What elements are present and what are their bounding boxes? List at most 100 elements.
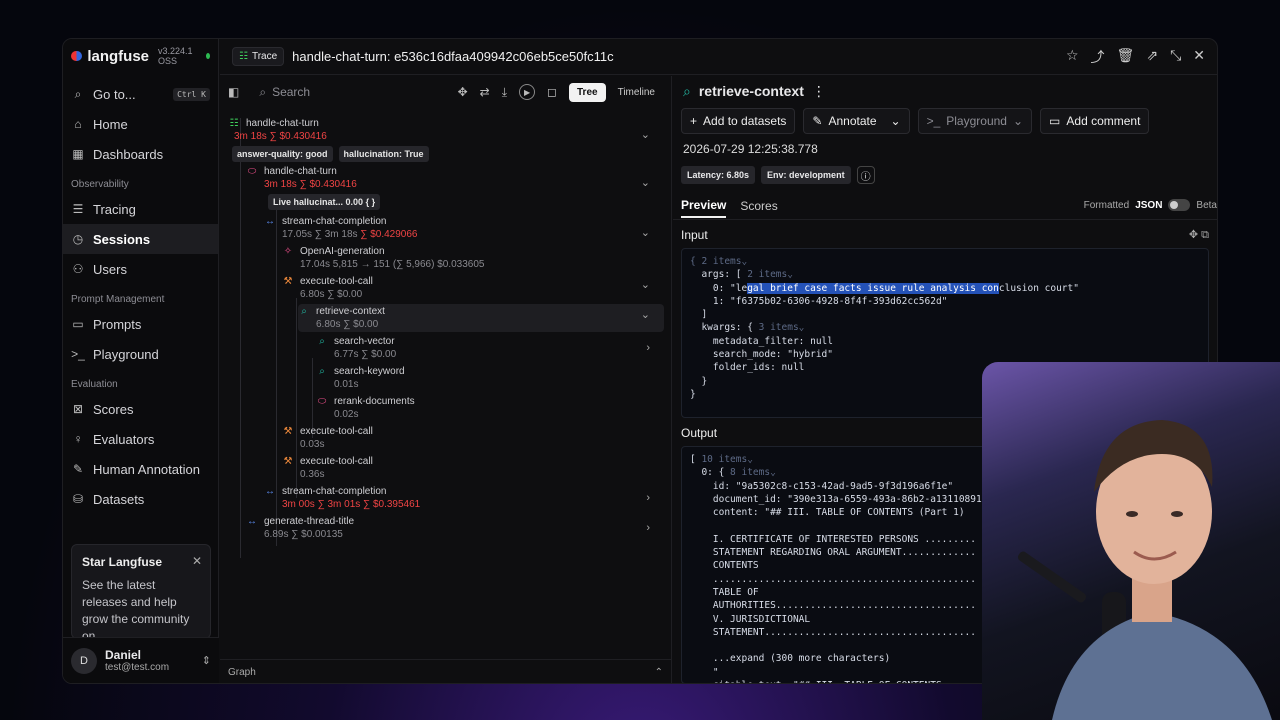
close-icon[interactable]: ✕ bbox=[192, 554, 202, 568]
tab-scores[interactable]: Scores bbox=[740, 199, 777, 217]
download-icon[interactable]: ⤓ bbox=[502, 85, 507, 100]
sidebar-item-prompts[interactable]: ▭ Prompts bbox=[63, 309, 218, 339]
copy-icon[interactable]: ⧉ bbox=[1201, 229, 1209, 241]
info-icon[interactable]: ⓘ bbox=[856, 166, 875, 184]
sidebar-item-human-annotation[interactable]: ✎ Human Annotation bbox=[63, 454, 218, 484]
tree-node[interactable]: ↔ stream-chat-completion 17.05s ∑ 3m 18s … bbox=[264, 216, 664, 240]
tree-node[interactable]: ✧ OpenAI-generation 17.04s 5,815 → 151 (∑… bbox=[282, 246, 485, 270]
beta-label: Beta bbox=[1196, 199, 1217, 211]
tree-node[interactable]: ⚒ execute-tool-call 0.36s bbox=[282, 456, 373, 480]
node-meta: 6.89s ∑ $0.00135 bbox=[264, 529, 343, 540]
chevron-updown-icon: ⇕ bbox=[201, 655, 211, 667]
sidebar-item-tracing[interactable]: ☰ Tracing bbox=[63, 194, 218, 224]
chevron-down-icon[interactable]: ⌄ bbox=[641, 176, 650, 189]
chevron-right-icon[interactable]: › bbox=[646, 492, 650, 504]
trace-badge-label: Trace bbox=[251, 51, 278, 62]
star-langfuse-card[interactable]: Star Langfuse ✕ See the latest releases … bbox=[71, 544, 211, 639]
edit-icon: ✎ bbox=[812, 114, 823, 128]
latency-badge: Latency: 6.80s bbox=[681, 166, 756, 184]
generation-stream-icon: ↔ bbox=[265, 216, 275, 227]
panel-toggle-icon[interactable]: ◧ bbox=[228, 85, 239, 99]
tree-node[interactable]: ↔ stream-chat-completion 3m 00s ∑ 3m 01s … bbox=[264, 486, 664, 510]
node-meta: 3m 18s ∑ $0.430416 bbox=[264, 179, 357, 190]
tree-node[interactable]: ☷ handle-chat-turn 3m 18s ∑ $0.430416 ans… bbox=[228, 118, 664, 162]
user-menu[interactable]: D Daniel test@test.com ⇕ bbox=[63, 637, 219, 683]
wrench-icon: ⚒ bbox=[283, 426, 293, 437]
add-comment-button[interactable]: ▭ Add comment bbox=[1040, 108, 1150, 134]
tree-node-selected[interactable]: ⌕ retrieve-context 6.80s ∑ $0.00 ⌄ bbox=[298, 304, 664, 332]
node-name: execute-tool-call bbox=[300, 276, 373, 287]
external-link-icon[interactable]: ⇗ bbox=[1146, 47, 1158, 67]
observation-name: retrieve-context bbox=[698, 83, 804, 99]
tree-search[interactable]: ⌕ Search bbox=[259, 85, 310, 100]
node-meta: 17.05s ∑ 3m 18s ∑ $0.429066 bbox=[282, 229, 418, 240]
retriever-icon: ⌕ bbox=[683, 82, 691, 99]
brand-name: langfuse bbox=[87, 47, 150, 65]
trace-header: ☷ Trace handle-chat-turn: e536c16dfaa409… bbox=[220, 39, 1217, 75]
collapse-icon[interactable]: ⤡ bbox=[1170, 47, 1181, 67]
add-to-datasets-button[interactable]: + Add to datasets bbox=[681, 108, 796, 134]
graph-section-toggle[interactable]: Graph ⌃ bbox=[220, 659, 671, 683]
tree-toolbar: ◧ ⌕ Search ✥ ⇄ ⤓ ▶ ◻ Tree Timeline bbox=[220, 76, 671, 108]
chevron-up-icon: ⌃ bbox=[654, 667, 663, 678]
format-json[interactable]: JSON bbox=[1135, 200, 1162, 211]
filter-icon[interactable]: ⇄ bbox=[480, 85, 490, 99]
share-icon[interactable]: ⤴ bbox=[1091, 47, 1105, 67]
stop-icon[interactable]: ◻ bbox=[547, 85, 557, 99]
tab-preview[interactable]: Preview bbox=[681, 198, 727, 218]
play-icon[interactable]: ▶ bbox=[519, 84, 536, 100]
playground-button[interactable]: >_ Playground ⌄ bbox=[917, 108, 1033, 134]
chevron-right-icon[interactable]: › bbox=[646, 342, 650, 354]
chevron-down-icon[interactable]: ⌄ bbox=[641, 128, 650, 141]
tree-node[interactable]: ⚒ execute-tool-call 6.80s ∑ $0.00 ⌄ bbox=[282, 276, 664, 300]
chevron-down-icon[interactable]: ⌄ bbox=[641, 226, 650, 239]
sidebar-item-label: Human Annotation bbox=[93, 461, 200, 477]
chevron-down-icon[interactable]: ⌄ bbox=[641, 308, 650, 321]
sidebar-item-home[interactable]: ⌂ Home bbox=[63, 109, 218, 139]
brand[interactable]: langfuse v3.224.1 OSS bbox=[63, 39, 218, 73]
chevron-down-icon: ⌄ bbox=[1012, 114, 1024, 128]
node-meta: 0.02s bbox=[334, 409, 359, 420]
sidebar-item-label: Users bbox=[93, 261, 127, 277]
tree-node[interactable]: ⌕ search-vector 6.77s ∑ $0.00 › bbox=[316, 336, 664, 360]
format-formatted[interactable]: Formatted bbox=[1084, 200, 1130, 211]
sidebar-item-scores[interactable]: ⊠ Scores bbox=[63, 394, 218, 424]
close-icon[interactable]: ✕ bbox=[1193, 47, 1205, 67]
move-icon[interactable]: ✥ bbox=[458, 85, 468, 99]
chevron-right-icon[interactable]: › bbox=[646, 522, 650, 534]
tree-node[interactable]: ⚒ execute-tool-call 0.03s bbox=[282, 426, 373, 450]
user-name: Daniel bbox=[105, 648, 142, 662]
sidebar-item-sessions[interactable]: ◷ Sessions bbox=[63, 224, 218, 254]
more-vertical-icon[interactable]: ⋮ bbox=[812, 83, 826, 100]
node-meta: 0.03s bbox=[300, 439, 325, 450]
goto-button[interactable]: ⌕ Go to... Ctrl K bbox=[63, 79, 218, 109]
star-icon[interactable]: ☆ bbox=[1066, 47, 1079, 67]
beta-toggle[interactable] bbox=[1168, 199, 1191, 211]
expand-icon[interactable]: ✥ bbox=[1189, 229, 1198, 241]
comment-icon: ▭ bbox=[1049, 114, 1061, 128]
tree-node[interactable]: ⌕ search-keyword 0.01s bbox=[316, 366, 405, 390]
sidebar-item-datasets[interactable]: ⛁ Datasets bbox=[63, 484, 218, 514]
tab-tree[interactable]: Tree bbox=[569, 82, 606, 102]
node-name: stream-chat-completion bbox=[282, 486, 387, 497]
trash-icon[interactable]: 🗑 bbox=[1117, 47, 1135, 67]
brand-version: v3.224.1 OSS bbox=[158, 46, 193, 66]
sidebar-item-dashboards[interactable]: ▦ Dashboards bbox=[63, 139, 218, 169]
node-name: stream-chat-completion bbox=[282, 216, 387, 227]
tree-node[interactable]: ↔ generate-thread-title 6.89s ∑ $0.00135 … bbox=[246, 516, 664, 540]
tree-node[interactable]: ⬭ handle-chat-turn 3m 18s ∑ $0.430416 Liv… bbox=[246, 166, 664, 210]
node-name: handle-chat-turn bbox=[246, 118, 319, 129]
tab-timeline[interactable]: Timeline bbox=[610, 83, 663, 102]
node-meta: 17.04s 5,815 → 151 (∑ 5,966) $0.033605 bbox=[300, 259, 485, 270]
sidebar-item-users[interactable]: ⚇ Users bbox=[63, 254, 218, 284]
chevron-down-icon: ⌄ bbox=[890, 114, 901, 128]
node-name: search-keyword bbox=[334, 366, 405, 377]
chevron-down-icon[interactable]: ⌄ bbox=[641, 278, 650, 291]
sidebar-item-playground[interactable]: >_ Playground bbox=[63, 339, 218, 369]
generation-stream-icon: ↔ bbox=[247, 516, 257, 527]
tracing-icon: ☰ bbox=[72, 202, 84, 216]
sidebar-item-evaluators[interactable]: ♀ Evaluators bbox=[63, 424, 218, 454]
annotate-button[interactable]: ✎ Annotate ⌄ bbox=[803, 108, 910, 134]
tree-node[interactable]: ⬭ rerank-documents 0.02s bbox=[316, 396, 415, 420]
node-meta: 0.01s bbox=[334, 379, 359, 390]
